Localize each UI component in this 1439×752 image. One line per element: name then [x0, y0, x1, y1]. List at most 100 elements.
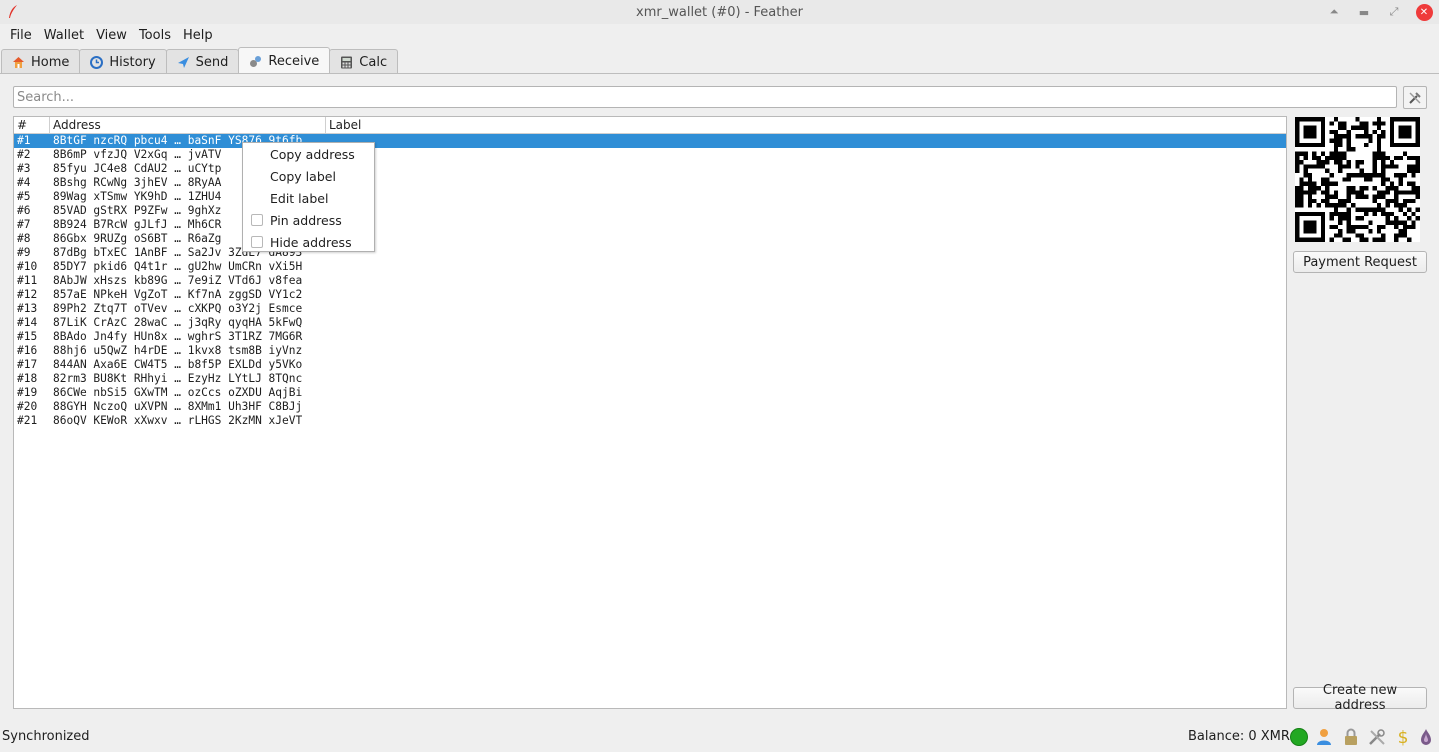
tools-icon: [1409, 91, 1421, 104]
menu-item-copy-address[interactable]: Copy address: [243, 143, 374, 165]
table-row[interactable]: #2 8B6mP vfzJQ V2xGq … jvATV: [14, 148, 1286, 162]
row-index: #4: [17, 176, 31, 189]
row-address: 8BAdo Jn4fy HUn8x … wghrS 3T1RZ 7MG6R: [53, 330, 303, 343]
menu-item-label: Copy label: [270, 168, 336, 184]
table-row[interactable]: #4 8Bshg RCwNg 3jhEV … 8RyAA: [14, 176, 1286, 190]
table-row[interactable]: #3 85fyu JC4e8 CdAU2 … uCYtp: [14, 162, 1286, 176]
tab-receive-label: Receive: [268, 53, 320, 69]
tab-history-label: History: [109, 54, 156, 70]
keep-above-button[interactable]: ⏶: [1319, 0, 1349, 24]
menu-file[interactable]: File: [4, 28, 38, 43]
status-bar: Synchronized Balance: 0 XMR $: [0, 722, 1439, 752]
menu-wallet[interactable]: Wallet: [38, 28, 90, 43]
row-index: #11: [17, 274, 38, 287]
seed-icon[interactable]: $: [1393, 727, 1413, 747]
table-row[interactable]: #20 88GYH NczoQ uXVPN … 8XMm1 Uh3HF C8BJj: [14, 400, 1286, 414]
menu-item-copy-label[interactable]: Copy label: [243, 165, 374, 187]
row-address: 88GYH NczoQ uXVPN … 8XMm1 Uh3HF C8BJj: [53, 400, 303, 413]
column-header-label[interactable]: Label: [326, 117, 1286, 133]
calc-icon: [341, 56, 353, 68]
table-row[interactable]: #8 86Gbx 9RUZg oS6BT … R6aZg: [14, 232, 1286, 246]
balance-label: Balance: 0 XMR: [1188, 729, 1290, 744]
search-input[interactable]: [13, 86, 1397, 108]
tab-receive[interactable]: Receive: [238, 47, 331, 74]
menu-view[interactable]: View: [90, 28, 133, 43]
table-row[interactable]: #7 8B924 B7RcW gJLfJ … Mh6CR: [14, 218, 1286, 232]
tab-home[interactable]: Home: [1, 49, 81, 74]
table-row[interactable]: #15 8BAdo Jn4fy HUn8x … wghrS 3T1RZ 7MG6R: [14, 330, 1286, 344]
create-address-button[interactable]: Create new address: [1293, 683, 1427, 713]
minimize-button[interactable]: ▬: [1349, 0, 1379, 24]
search-options-button[interactable]: [1403, 86, 1427, 109]
tab-calc-label: Calc: [359, 54, 388, 70]
row-index: #13: [17, 302, 38, 315]
row-label: [326, 134, 1286, 148]
row-label: [326, 260, 1286, 274]
row-index: #9: [17, 246, 31, 259]
column-header-index[interactable]: #: [14, 117, 50, 133]
lock-icon[interactable]: [1341, 727, 1361, 747]
hide-checkbox[interactable]: [251, 236, 263, 248]
row-index: #17: [17, 358, 38, 371]
row-index: #2: [17, 148, 31, 161]
menu-item-label: Edit label: [270, 190, 329, 206]
row-index: #1: [17, 134, 31, 147]
row-address: 8AbJW xHszs kb89G … 7e9iZ VTd6J v8fea: [53, 274, 303, 287]
address-table: # Address Label #1 8BtGF nzcRQ pbcu4 … ba…: [13, 116, 1287, 709]
row-label: [326, 316, 1286, 330]
menu-help[interactable]: Help: [177, 28, 219, 43]
tab-calc[interactable]: Calc: [329, 49, 399, 74]
row-label: [326, 190, 1286, 204]
close-button[interactable]: ✕: [1409, 0, 1439, 24]
tab-send[interactable]: Send: [165, 49, 240, 74]
row-label: [326, 176, 1286, 190]
column-header-address[interactable]: Address: [50, 117, 326, 133]
row-address: 86CWe nbSi5 GXwTM … ozCcs oZXDU AqjBi: [53, 386, 303, 399]
table-row[interactable]: #14 87LiK CrAzC 28waC … j3qRy qyqHA 5kFwQ: [14, 316, 1286, 330]
svg-text:$: $: [1398, 728, 1409, 747]
table-row[interactable]: #21 86oQV KEWoR xXwxv … rLHGS 2KzMN xJeVT: [14, 414, 1286, 428]
window-title: xmr_wallet (#0) - Feather: [636, 4, 803, 20]
table-row[interactable]: #1 8BtGF nzcRQ pbcu4 … baSnF YS876 9t6fb: [14, 134, 1286, 148]
menu-item-edit-label[interactable]: Edit label: [243, 187, 374, 209]
table-row[interactable]: #17 844AN Axa6E CW4T5 … b8f5P EXLDd y5VKo: [14, 358, 1286, 372]
table-row[interactable]: #18 82rm3 BU8Kt RHhyi … EzyHz LYtLJ 8TQnc: [14, 372, 1286, 386]
menu-tools[interactable]: Tools: [133, 28, 177, 43]
pin-checkbox[interactable]: [251, 214, 263, 226]
menu-item-label: Pin address: [270, 212, 342, 228]
table-row[interactable]: #16 88hj6 u5QwZ h4rDE … 1kvx8 tsm8B iyVnz: [14, 344, 1286, 358]
contacts-icon[interactable]: [1315, 727, 1335, 747]
tab-send-label: Send: [195, 54, 229, 70]
row-index: #16: [17, 344, 38, 357]
row-index: #19: [17, 386, 38, 399]
receive-icon: [250, 55, 262, 67]
row-label: [326, 274, 1286, 288]
table-row[interactable]: #19 86CWe nbSi5 GXwTM … ozCcs oZXDU AqjBi: [14, 386, 1286, 400]
table-row[interactable]: #12 857aE NPkeH VgZoT … Kf7nA zggSD VY1c2: [14, 288, 1286, 302]
table-row[interactable]: #13 89Ph2 Ztq7T oTVev … cXKPQ o3Y2j Esmce: [14, 302, 1286, 316]
title-bar: xmr_wallet (#0) - Feather ⏶ ▬ ⤢ ✕: [0, 0, 1439, 24]
table-row[interactable]: #11 8AbJW xHszs kb89G … 7e9iZ VTd6J v8fea: [14, 274, 1286, 288]
row-label: [326, 386, 1286, 400]
connection-status-icon[interactable]: [1289, 727, 1309, 747]
send-icon: [177, 56, 189, 68]
menu-item-hide-address[interactable]: Hide address: [243, 231, 374, 253]
tab-divider: [0, 73, 1439, 74]
row-address: 87LiK CrAzC 28waC … j3qRy qyqHA 5kFwQ: [53, 316, 303, 329]
tab-history[interactable]: History: [79, 49, 167, 74]
row-index: #7: [17, 218, 31, 231]
row-address: 86oQV KEWoR xXwxv … rLHGS 2KzMN xJeVT: [53, 414, 303, 427]
menu-item-pin-address[interactable]: Pin address: [243, 209, 374, 231]
payment-request-button[interactable]: Payment Request: [1293, 251, 1427, 273]
maximize-button[interactable]: ⤢: [1379, 0, 1409, 24]
row-label: [326, 246, 1286, 260]
tor-icon[interactable]: [1416, 727, 1436, 747]
table-row[interactable]: #5 89Wag xTSmw YK9hD … 1ZHU4: [14, 190, 1286, 204]
table-body: #1 8BtGF nzcRQ pbcu4 … baSnF YS876 9t6fb #…: [14, 134, 1286, 428]
table-row[interactable]: #6 85VAD gStRX P9ZFw … 9ghXz: [14, 204, 1286, 218]
settings-icon[interactable]: [1367, 727, 1387, 747]
table-row[interactable]: #9 87dBg bTxEC 1AnBF … Sa2Jv 3ZdE7 dA893: [14, 246, 1286, 260]
row-label: [326, 400, 1286, 414]
table-row[interactable]: #10 85DY7 pkid6 Q4t1r … gU2hw UmCRn vXi5H: [14, 260, 1286, 274]
menu-bar: File Wallet View Tools Help: [0, 24, 1439, 46]
